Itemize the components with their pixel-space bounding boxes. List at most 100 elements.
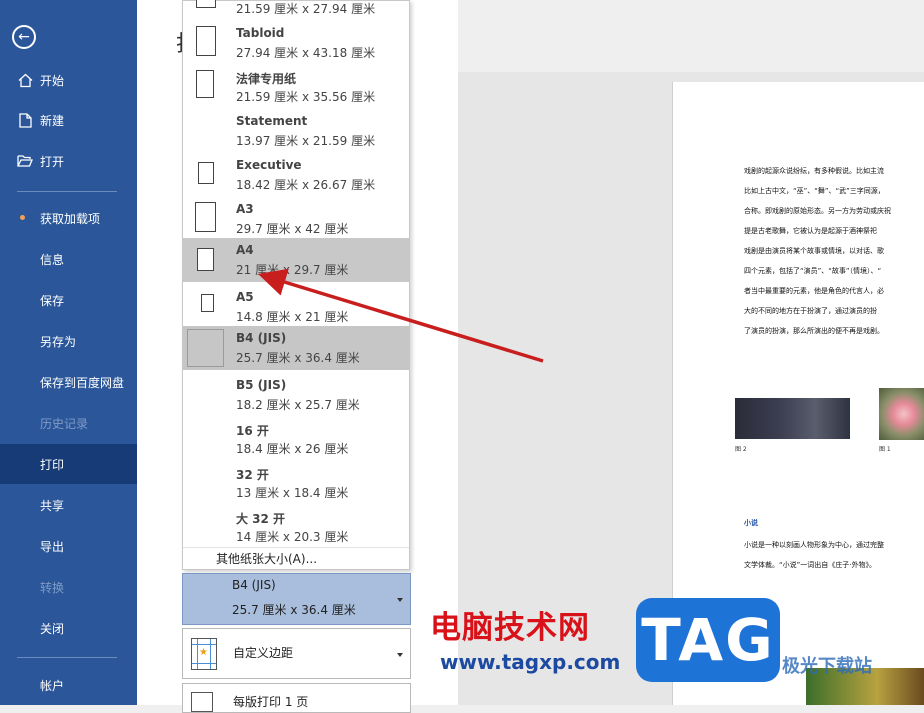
paper-option-name: 大 32 开 xyxy=(236,512,286,526)
doc-text-line: 了演员的扮演，那么所演出的便不再是戏剧。 xyxy=(744,327,884,335)
nav-label: 保存到百度网盘 xyxy=(40,375,125,390)
margins-icon: ★ xyxy=(191,638,217,670)
pages-per-sheet-icon xyxy=(191,692,213,712)
doc-image-flower xyxy=(879,388,924,440)
chevron-down-icon xyxy=(397,653,403,657)
paper-option-dims: 27.94 厘米 x 43.18 厘米 xyxy=(236,46,376,60)
star-icon: ★ xyxy=(199,647,208,658)
doc-text-line: 者当中最重要的元素，他是角色的代言人，必 xyxy=(744,287,884,295)
paper-select-dims: 25.7 厘米 x 36.4 厘米 xyxy=(232,603,356,617)
folder-open-icon xyxy=(17,153,33,169)
nav-label: 另存为 xyxy=(40,334,77,349)
doc-text-line: 小说是一种以刻画人物形象为中心，通过完整 xyxy=(744,541,884,549)
paper-option-dims: 21.59 厘米 x 35.56 厘米 xyxy=(236,90,376,104)
nav-item-close[interactable]: 关闭 xyxy=(0,608,137,648)
paper-option-dims: 18.2 厘米 x 25.7 厘米 xyxy=(236,398,360,412)
nav-item-new[interactable]: 新建 xyxy=(0,100,137,140)
paper-size-select[interactable]: B4 (JIS) 25.7 厘米 x 36.4 厘米 xyxy=(182,573,411,625)
nav-item-history: 历史记录 xyxy=(0,403,137,443)
paper-option-statement[interactable]: Statement 13.97 厘米 x 21.59 厘米 xyxy=(183,109,409,153)
doc-text-line: 合称。即戏剧的原始形态。另一方为劳动或庆祝 xyxy=(744,207,891,215)
paper-option-dims: 29.7 厘米 x 42 厘米 xyxy=(236,222,349,236)
paper-option-letter[interactable]: 21.59 厘米 x 27.94 厘米 xyxy=(183,0,409,21)
paper-option-name: A4 xyxy=(236,243,254,257)
paper-option-dims: 25.7 厘米 x 36.4 厘米 xyxy=(236,351,360,365)
paper-option-dims: 21.59 厘米 x 27.94 厘米 xyxy=(236,2,376,16)
chevron-down-icon xyxy=(397,598,403,602)
paper-option-tabloid[interactable]: Tabloid 27.94 厘米 x 43.18 厘米 xyxy=(183,21,409,65)
nav-label: 打开 xyxy=(40,154,65,169)
paper-thumbnail xyxy=(201,294,214,312)
paper-option-16k[interactable]: 16 开 18.4 厘米 x 26 厘米 xyxy=(183,417,409,461)
paper-select-name: B4 (JIS) xyxy=(232,578,276,592)
nav-item-get-addins[interactable]: 获取加载项 xyxy=(0,198,137,238)
nav-label: 历史记录 xyxy=(40,416,89,431)
doc-text-line: 文学体裁。“小说”一词出自《庄子·外物》。 xyxy=(744,561,876,569)
paper-size-dropdown: 21.59 厘米 x 27.94 厘米 Tabloid 27.94 厘米 x 4… xyxy=(182,0,410,570)
nav-label: 导出 xyxy=(40,539,65,554)
doc-image-street xyxy=(735,398,850,439)
paper-thumbnail xyxy=(196,26,216,56)
doc-text-line: 提是古老歌舞，它被认为是起源于酒神祭祀 xyxy=(744,227,877,235)
doc-text-line: 比如上古中文，“巫”、“舞”、“武”三字同源， xyxy=(744,187,885,195)
paper-option-executive[interactable]: Executive 18.42 厘米 x 26.67 厘米 xyxy=(183,153,409,197)
watermark-text: 电脑技术网 xyxy=(430,610,590,646)
paper-option-name: Executive xyxy=(236,158,302,172)
paper-option-a3[interactable]: A3 29.7 厘米 x 42 厘米 xyxy=(183,197,409,241)
paper-thumbnail xyxy=(198,162,214,184)
doc-image-caption: 图 2 xyxy=(735,446,747,453)
back-button[interactable]: ← xyxy=(12,25,36,49)
home-icon xyxy=(17,72,33,88)
nav-label: 打印 xyxy=(40,457,65,472)
nav-divider xyxy=(17,657,117,658)
paper-option-name: B5 (JIS) xyxy=(236,378,287,392)
margins-select[interactable]: ★ 自定义边距 xyxy=(182,628,411,679)
pages-per-sheet-label: 每版打印 1 页 xyxy=(233,695,309,709)
nav-item-info[interactable]: 信息 xyxy=(0,239,137,279)
nav-item-account[interactable]: 帐户 xyxy=(0,665,137,705)
nav-item-share[interactable]: 共享 xyxy=(0,485,137,525)
nav-item-home[interactable]: 开始 xyxy=(0,60,137,100)
nav-item-save-as[interactable]: 另存为 xyxy=(0,321,137,361)
paper-option-dims: 21 厘米 x 29.7 厘米 xyxy=(236,263,349,277)
nav-item-convert: 转换 xyxy=(0,567,137,607)
notification-dot xyxy=(20,215,25,220)
paper-thumbnail xyxy=(196,0,216,8)
new-file-icon xyxy=(17,112,33,128)
doc-text-line: 戏剧是由演员将某个故事或情境，以对话、歌 xyxy=(744,247,884,255)
paper-option-dims: 14.8 厘米 x 21 厘米 xyxy=(236,310,349,324)
doc-text-line: 大的不同的地方在于扮演了，通过演员的扮 xyxy=(744,307,877,315)
paper-thumbnail xyxy=(195,202,216,232)
nav-label: 帐户 xyxy=(40,678,65,693)
nav-item-print[interactable]: 打印 xyxy=(0,444,137,484)
paper-option-name: 32 开 xyxy=(236,468,269,482)
nav-item-open[interactable]: 打开 xyxy=(0,141,137,181)
paper-option-a4[interactable]: A4 21 厘米 x 29.7 厘米 xyxy=(183,238,409,282)
paper-option-name: Statement xyxy=(236,114,308,128)
more-paper-sizes-link[interactable]: 其他纸张大小(A)... xyxy=(183,547,409,571)
paper-option-legal[interactable]: 法律专用纸 21.59 厘米 x 35.56 厘米 xyxy=(183,65,409,109)
backstage-sidebar: ← 开始 新建 打开 获取加载项 信息 保存 另存为 保存到百度网盘 历史记录 xyxy=(0,0,137,705)
nav-item-save-to-baidu[interactable]: 保存到百度网盘 xyxy=(0,362,137,402)
doc-text-line: 戏剧的起源众说纷纭，有多种假说。比如主流 xyxy=(744,167,884,175)
nav-label: 保存 xyxy=(40,293,65,308)
doc-section-heading: 小说 xyxy=(744,519,758,527)
paper-option-a5[interactable]: A5 14.8 厘米 x 21 厘米 xyxy=(183,285,409,329)
paper-option-name: Tabloid xyxy=(236,26,285,40)
paper-option-b5-jis[interactable]: B5 (JIS) 18.2 厘米 x 25.7 厘米 xyxy=(183,373,409,417)
nav-item-export[interactable]: 导出 xyxy=(0,526,137,566)
paper-option-b4-jis[interactable]: B4 (JIS) 25.7 厘米 x 36.4 厘米 xyxy=(183,326,409,370)
nav-label: 信息 xyxy=(40,252,65,267)
margins-label: 自定义边距 xyxy=(233,646,294,660)
paper-option-dims: 18.4 厘米 x 26 厘米 xyxy=(236,442,349,456)
paper-option-large-32k[interactable]: 大 32 开 14 厘米 x 20.3 厘米 xyxy=(183,505,409,549)
nav-item-save[interactable]: 保存 xyxy=(0,280,137,320)
paper-option-32k[interactable]: 32 开 13 厘米 x 18.4 厘米 xyxy=(183,461,409,505)
doc-image-caption: 图 1 xyxy=(879,446,891,453)
nav-label: 开始 xyxy=(40,73,65,88)
paper-option-name: A5 xyxy=(236,290,254,304)
paper-thumbnail xyxy=(196,70,214,98)
paper-option-dims: 13 厘米 x 18.4 厘米 xyxy=(236,486,349,500)
pages-per-sheet-select[interactable]: 每版打印 1 页 xyxy=(182,683,411,713)
paper-option-name: 法律专用纸 xyxy=(236,72,297,86)
